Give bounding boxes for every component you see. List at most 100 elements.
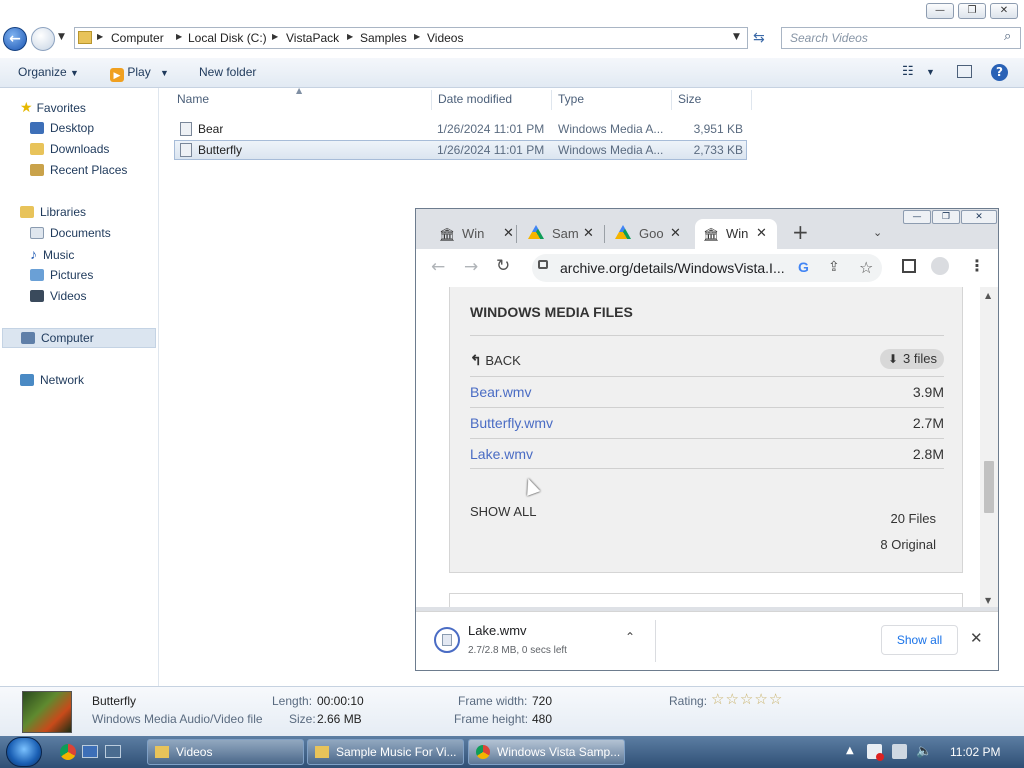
- file-link[interactable]: Lake.wmv: [470, 446, 533, 462]
- google-icon[interactable]: G: [798, 259, 809, 275]
- taskbar-button-videos[interactable]: Videos: [147, 739, 304, 765]
- lock-icon[interactable]: [538, 260, 548, 269]
- close-download-bar-icon[interactable]: ✕: [970, 629, 983, 647]
- nav-favorites[interactable]: ★ Favorites: [20, 98, 86, 116]
- taskbar-button-sample-music[interactable]: Sample Music For Vi...: [307, 739, 464, 765]
- column-header-size[interactable]: Size: [678, 92, 701, 106]
- show-all-link[interactable]: SHOW ALL: [470, 504, 536, 519]
- rating-stars[interactable]: ☆☆☆☆☆: [711, 690, 783, 708]
- nav-computer[interactable]: Computer: [2, 328, 156, 348]
- clock[interactable]: 11:02 PM: [950, 745, 1000, 759]
- bookmark-star-icon[interactable]: ☆: [859, 258, 873, 277]
- nav-libraries[interactable]: Libraries: [20, 203, 86, 221]
- forward-button[interactable]: [31, 27, 55, 51]
- tab-close-icon[interactable]: ✕: [503, 225, 514, 241]
- preview-pane-icon[interactable]: [957, 65, 972, 78]
- column-header-date[interactable]: Date modified: [438, 92, 512, 106]
- nav-videos[interactable]: Videos: [30, 287, 86, 305]
- scroll-down-icon[interactable]: ▼: [985, 596, 991, 605]
- network-tray-icon[interactable]: [892, 744, 907, 759]
- recent-pages-dropdown-icon[interactable]: ▼: [58, 32, 65, 42]
- menu-kebab-icon[interactable]: ⋮: [969, 256, 985, 275]
- file-link[interactable]: Bear.wmv: [470, 384, 531, 400]
- breadcrumb-videos[interactable]: Videos: [427, 31, 463, 45]
- chrome-minimize-button[interactable]: —: [903, 210, 931, 224]
- nav-documents[interactable]: Documents: [30, 224, 111, 242]
- profile-avatar-icon[interactable]: [931, 257, 949, 275]
- action-center-icon[interactable]: [867, 744, 884, 761]
- column-divider[interactable]: [431, 90, 432, 110]
- nav-recent-places[interactable]: Recent Places: [30, 161, 127, 179]
- column-divider[interactable]: [751, 90, 752, 110]
- breadcrumb-samples[interactable]: Samples: [360, 31, 407, 45]
- new-folder-button[interactable]: New folder: [199, 65, 256, 79]
- maximize-button[interactable]: ❐: [958, 3, 986, 19]
- volume-muted-icon[interactable]: 🔈: [916, 744, 932, 759]
- show-desktop-icon[interactable]: [82, 745, 98, 758]
- tab-close-icon[interactable]: ✕: [583, 225, 594, 241]
- forward-arrow-icon[interactable]: →: [464, 257, 478, 277]
- close-button[interactable]: ✕: [990, 3, 1018, 19]
- back-button[interactable]: ←: [3, 27, 27, 51]
- column-divider[interactable]: [551, 90, 552, 110]
- download-filename[interactable]: Lake.wmv: [468, 623, 527, 638]
- browser-tab[interactable]: Sam ✕: [517, 219, 604, 249]
- tab-search-chevron-icon[interactable]: ⌄: [873, 226, 882, 239]
- address-dropdown-icon[interactable]: ▼: [733, 32, 740, 42]
- breadcrumb-vistapack[interactable]: VistaPack: [286, 31, 339, 45]
- browser-tab-active[interactable]: 🏛 Win ✕: [695, 219, 777, 249]
- play-button[interactable]: ▶ Play ▼: [110, 65, 169, 82]
- refresh-icon[interactable]: ⇆: [753, 30, 765, 46]
- page-scrollbar[interactable]: ▲ ▼: [980, 287, 998, 607]
- scroll-up-icon[interactable]: ▲: [985, 291, 991, 300]
- help-icon[interactable]: ?: [991, 64, 1008, 81]
- chrome-quicklaunch-icon[interactable]: [60, 744, 76, 760]
- search-input[interactable]: Search Videos ⌕: [781, 27, 1021, 49]
- back-link[interactable]: ↰ BACK: [470, 352, 521, 369]
- star-icon[interactable]: ☆: [725, 690, 739, 708]
- switch-windows-icon[interactable]: [105, 745, 121, 758]
- breadcrumb-local-disk[interactable]: Local Disk (C:): [188, 31, 267, 45]
- nav-downloads[interactable]: Downloads: [30, 140, 109, 158]
- chrome-maximize-button[interactable]: ❐: [932, 210, 960, 224]
- chrome-close-button[interactable]: ✕: [961, 210, 997, 224]
- file-link[interactable]: Butterfly.wmv: [470, 415, 553, 431]
- download-all-badge[interactable]: ⬇ 3 files: [880, 349, 944, 369]
- nav-desktop[interactable]: Desktop: [30, 119, 94, 137]
- star-icon[interactable]: ☆: [754, 690, 768, 708]
- back-arrow-icon[interactable]: ←: [431, 257, 445, 277]
- original-files-link[interactable]: 8 Original: [880, 537, 936, 552]
- total-files-link[interactable]: 20 Files: [890, 511, 936, 526]
- nav-music[interactable]: ♪ Music: [30, 245, 74, 263]
- side-panel-icon[interactable]: [902, 259, 916, 273]
- column-header-name[interactable]: Name: [177, 92, 209, 106]
- tab-close-icon[interactable]: ✕: [756, 225, 767, 241]
- breadcrumb-computer[interactable]: Computer: [111, 31, 164, 45]
- file-row[interactable]: Bear 1/26/2024 11:01 PM Windows Media A.…: [174, 119, 747, 139]
- column-header-type[interactable]: Type: [558, 92, 584, 106]
- organize-button[interactable]: Organize ▼: [18, 65, 79, 79]
- start-button[interactable]: [6, 737, 42, 767]
- file-row[interactable]: Butterfly 1/26/2024 11:01 PM Windows Med…: [174, 140, 747, 160]
- star-icon[interactable]: ☆: [711, 690, 725, 708]
- chevron-up-icon[interactable]: ⌃: [625, 630, 635, 644]
- views-dropdown-icon[interactable]: ▼: [926, 67, 935, 77]
- nav-network[interactable]: Network: [20, 371, 84, 389]
- minimize-button[interactable]: —: [926, 3, 954, 19]
- star-icon[interactable]: ☆: [740, 690, 754, 708]
- omnibox[interactable]: archive.org/details/WindowsVista.I... G …: [532, 254, 882, 282]
- browser-tab[interactable]: Goo ✕: [605, 219, 692, 249]
- search-icon[interactable]: ⌕: [1004, 29, 1011, 44]
- reload-icon[interactable]: ↻: [496, 256, 510, 276]
- new-tab-button[interactable]: +: [792, 220, 809, 244]
- star-icon[interactable]: ☆: [769, 690, 783, 708]
- address-bar[interactable]: ▶ Computer ▶ Local Disk (C:) ▶ VistaPack…: [74, 27, 748, 49]
- nav-pictures[interactable]: Pictures: [30, 266, 93, 284]
- show-hidden-icons-icon[interactable]: ▲: [846, 745, 854, 756]
- views-icon[interactable]: ☷: [902, 63, 914, 79]
- tab-close-icon[interactable]: ✕: [670, 225, 681, 241]
- scrollbar-thumb[interactable]: [984, 461, 994, 513]
- column-divider[interactable]: [671, 90, 672, 110]
- share-icon[interactable]: ⇪: [828, 259, 840, 275]
- browser-tab[interactable]: 🏛 Win ✕: [426, 219, 516, 249]
